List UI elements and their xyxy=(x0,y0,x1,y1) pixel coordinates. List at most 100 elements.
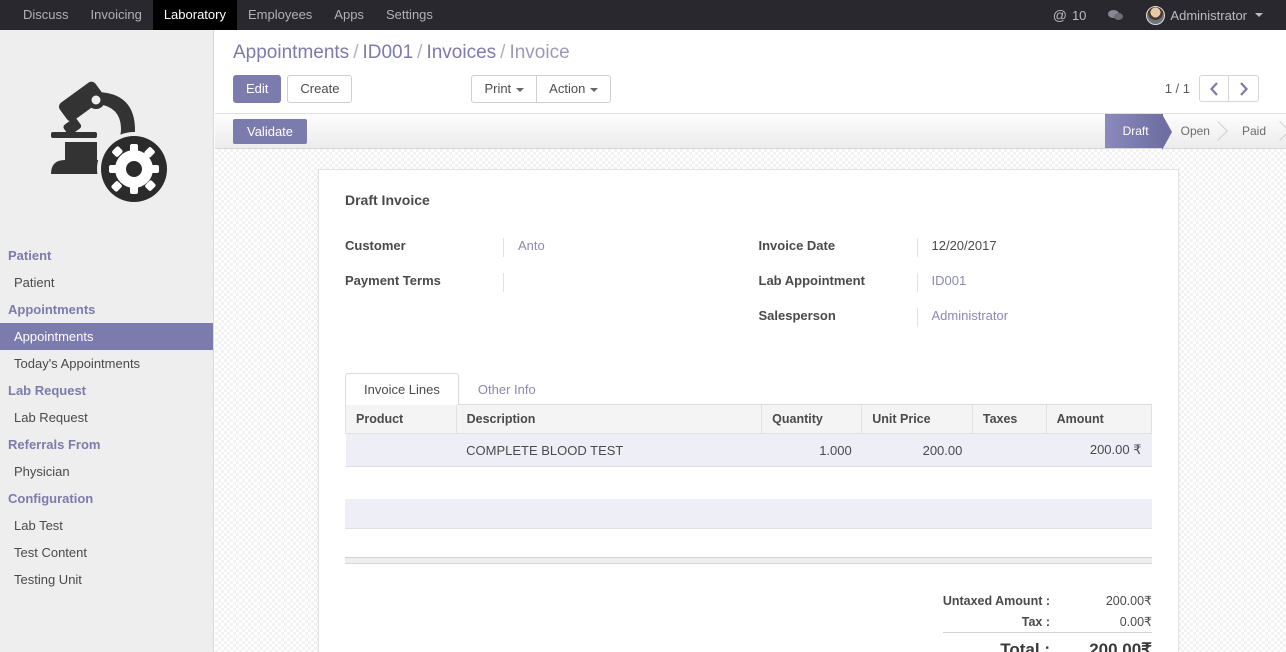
sidebar-item-today-s-appointments[interactable]: Today's Appointments xyxy=(0,350,213,377)
field-value-invoice-date[interactable]: 12/20/2017 xyxy=(917,238,1153,257)
create-button[interactable]: Create xyxy=(287,75,352,103)
totals-table: Untaxed Amount :200.00₹Tax :0.00₹Total :… xyxy=(943,590,1152,652)
invoice-sheet: Draft Invoice CustomerAntoPayment Terms … xyxy=(318,169,1179,652)
top-menu-item-invoicing[interactable]: Invoicing xyxy=(80,0,153,30)
field-label-salesperson: Salesperson xyxy=(759,308,917,323)
sidebar-item-lab-test[interactable]: Lab Test xyxy=(0,512,213,539)
breadcrumb-separator: / xyxy=(417,42,422,63)
add-line-row[interactable] xyxy=(345,499,1152,529)
microscope-gear-icon xyxy=(27,56,187,216)
status-bar: Validate DraftOpenPaid xyxy=(215,113,1286,149)
mentions-indicator[interactable]: @ 10 xyxy=(1042,7,1098,23)
column-header-description: Description xyxy=(456,405,762,434)
sidebar-section-lab-request: Lab Request xyxy=(0,377,213,404)
sidebar-item-physician[interactable]: Physician xyxy=(0,458,213,485)
pager-previous-button[interactable] xyxy=(1199,75,1229,102)
column-header-taxes: Taxes xyxy=(972,405,1046,434)
messaging-button[interactable] xyxy=(1097,9,1135,21)
sidebar-section-appointments: Appointments xyxy=(0,296,213,323)
status-stage-open[interactable]: Open xyxy=(1163,114,1224,148)
field-value-customer[interactable]: Anto xyxy=(503,238,749,257)
page-title: Draft Invoice xyxy=(345,192,1152,208)
table-header-row: ProductDescriptionQuantityUnit PriceTaxe… xyxy=(346,405,1152,434)
total-label: Tax : xyxy=(943,611,1068,633)
chevron-down-icon xyxy=(516,88,524,92)
breadcrumb-item-id001[interactable]: ID001 xyxy=(362,42,413,63)
column-header-product: Product xyxy=(346,405,457,434)
avatar xyxy=(1146,6,1165,25)
breadcrumb-item-appointments[interactable]: Appointments xyxy=(233,42,349,63)
totals-row: Total :200.00₹ xyxy=(943,633,1152,652)
status-stages: DraftOpenPaid xyxy=(1105,114,1286,148)
validate-button[interactable]: Validate xyxy=(233,119,307,144)
app-logo xyxy=(0,30,213,242)
user-menu[interactable]: Administrator xyxy=(1135,6,1274,25)
form-column-right: Invoice Date12/20/2017 Lab AppointmentID0… xyxy=(749,238,1153,343)
pager-count: 1 / 1 xyxy=(1165,81,1190,96)
mention-count: 10 xyxy=(1072,8,1086,23)
sidebar-menu: PatientPatientAppointmentsAppointmentsTo… xyxy=(0,242,213,593)
section-divider xyxy=(345,557,1152,564)
top-menu-item-settings[interactable]: Settings xyxy=(375,0,444,30)
cell-unit-price: 200.00 xyxy=(862,434,973,467)
status-bar-actions: Validate xyxy=(215,119,307,144)
column-header-unit-price: Unit Price xyxy=(862,405,973,434)
table-row[interactable]: COMPLETE BLOOD TEST1.000200.00200.00 ₹ xyxy=(346,434,1152,467)
breadcrumb-item-invoice: Invoice xyxy=(509,42,569,63)
print-label: Print xyxy=(484,81,511,96)
sidebar-item-lab-request[interactable]: Lab Request xyxy=(0,404,213,431)
status-stage-draft[interactable]: Draft xyxy=(1105,114,1163,148)
sidebar-item-patient[interactable]: Patient xyxy=(0,269,213,296)
breadcrumb: Appointments/ID001/Invoices/Invoice xyxy=(233,42,1286,64)
tab-invoice-lines[interactable]: Invoice Lines xyxy=(345,373,459,405)
table-body: COMPLETE BLOOD TEST1.000200.00200.00 ₹ xyxy=(346,434,1152,467)
tab-other-info[interactable]: Other Info xyxy=(459,373,555,405)
control-panel-buttons: Edit Create Print Action 1 / 1 xyxy=(233,75,1286,103)
field-row: Lab AppointmentID001 xyxy=(759,273,1153,292)
notebook-tabs: Invoice LinesOther Info xyxy=(345,373,1152,405)
field-row: SalespersonAdministrator xyxy=(759,308,1153,327)
column-header-quantity: Quantity xyxy=(762,405,862,434)
control-panel: Appointments/ID001/Invoices/Invoice Edit… xyxy=(215,30,1286,103)
print-dropdown[interactable]: Print xyxy=(471,75,537,103)
top-navbar-menu: DiscussInvoicingLaboratoryEmployeesAppsS… xyxy=(12,0,444,30)
total-amount: 200.00₹ xyxy=(1068,590,1152,611)
field-value-salesperson[interactable]: Administrator xyxy=(917,308,1153,327)
record-buttons: Edit Create xyxy=(233,75,352,103)
sheet-background: Draft Invoice CustomerAntoPayment Terms … xyxy=(215,149,1286,652)
cell-taxes xyxy=(972,434,1046,467)
chevron-down-icon xyxy=(590,88,598,92)
breadcrumb-item-invoices[interactable]: Invoices xyxy=(426,42,496,63)
chat-bubbles-icon xyxy=(1108,9,1124,21)
totals-row: Tax :0.00₹ xyxy=(943,611,1152,633)
sidebar-item-test-content[interactable]: Test Content xyxy=(0,539,213,566)
total-label: Untaxed Amount : xyxy=(943,590,1068,611)
top-navbar-right: @ 10 Administrator xyxy=(1042,0,1286,30)
field-label-payment-terms: Payment Terms xyxy=(345,273,503,288)
action-dropdown[interactable]: Action xyxy=(536,75,611,103)
top-menu-item-discuss[interactable]: Discuss xyxy=(12,0,80,30)
total-amount: 200.00₹ xyxy=(1068,633,1152,652)
top-menu-item-employees[interactable]: Employees xyxy=(237,0,323,30)
edit-button[interactable]: Edit xyxy=(233,75,281,103)
field-value-payment-terms[interactable] xyxy=(503,273,749,292)
field-value-lab-appointment[interactable]: ID001 xyxy=(917,273,1153,292)
cell-amount: 200.00 ₹ xyxy=(1046,434,1151,467)
sidebar-section-referrals-from: Referrals From xyxy=(0,431,213,458)
chevron-left-icon xyxy=(1210,82,1219,96)
sidebar-item-appointments[interactable]: Appointments xyxy=(0,323,213,350)
form-column-left: CustomerAntoPayment Terms xyxy=(345,238,749,343)
chevron-right-icon xyxy=(1239,82,1248,96)
pager-next-button[interactable] xyxy=(1229,75,1259,102)
field-label-invoice-date: Invoice Date xyxy=(759,238,917,253)
top-menu-item-apps[interactable]: Apps xyxy=(323,0,375,30)
status-stage-paid[interactable]: Paid xyxy=(1224,114,1286,148)
main-content: Appointments/ID001/Invoices/Invoice Edit… xyxy=(215,30,1286,652)
top-menu-item-laboratory[interactable]: Laboratory xyxy=(153,0,237,30)
cell-description: COMPLETE BLOOD TEST xyxy=(456,434,762,467)
cell-product xyxy=(346,434,457,467)
sidebar: PatientPatientAppointmentsAppointmentsTo… xyxy=(0,30,214,652)
invoice-lines-table: ProductDescriptionQuantityUnit PriceTaxe… xyxy=(345,405,1152,467)
total-label: Total : xyxy=(943,633,1068,652)
sidebar-item-testing-unit[interactable]: Testing Unit xyxy=(0,566,213,593)
